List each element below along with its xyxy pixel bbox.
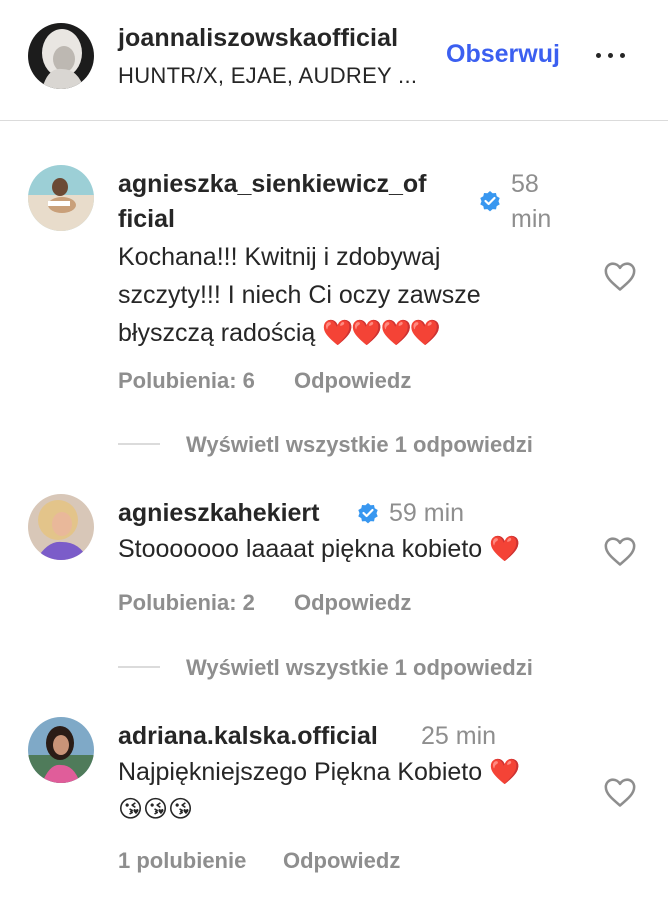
comment-likes[interactable]: Polubienia: 2 (118, 590, 255, 616)
comment-time: 58 (511, 170, 539, 198)
comment-emoji: ❤️ (489, 758, 520, 786)
post-audio-subtitle[interactable]: HUNTR/X, EJAE, AUDREY ... (118, 63, 417, 89)
post-author-avatar[interactable] (28, 23, 94, 89)
comment-emoji: ❤️ (489, 535, 520, 563)
comment-username-wrap[interactable]: ficial (118, 205, 175, 234)
commenter-avatar[interactable] (28, 717, 94, 783)
comment-username[interactable]: agnieszka_sienkiewicz_of (118, 170, 426, 199)
more-options-icon[interactable] (594, 42, 628, 68)
post-author-username[interactable]: joannaliszowskaofficial (118, 24, 398, 53)
verified-badge-icon (480, 191, 500, 212)
replies-divider (118, 666, 160, 668)
like-heart-icon[interactable] (603, 535, 637, 567)
comment-text-line: Kochana!!! Kwitnij i zdobywaj (118, 243, 441, 271)
like-heart-icon[interactable] (603, 260, 637, 292)
reply-button[interactable]: Odpowiedz (294, 590, 411, 616)
comment-likes[interactable]: 1 polubienie (118, 848, 246, 874)
commenter-avatar[interactable] (28, 165, 94, 231)
comment-text-line: błyszczą radością (118, 319, 316, 347)
comment-likes[interactable]: Polubienia: 6 (118, 368, 255, 394)
comment-username[interactable]: adriana.kalska.official (118, 722, 378, 751)
comment-emoji-line: 😘😘😘 (118, 796, 194, 823)
like-heart-icon[interactable] (603, 776, 637, 808)
reply-button[interactable]: Odpowiedz (294, 368, 411, 394)
comment-text-line: Najpiękniejszego Piękna Kobieto (118, 758, 483, 786)
comment-emoji: ❤️❤️❤️❤️ (322, 319, 441, 347)
view-replies-button[interactable]: Wyświetl wszystkie 1 odpowiedzi (186, 432, 533, 458)
comment-text-line: szczyty!!! I niech Ci oczy zawsze (118, 281, 481, 309)
comment-time: 59 min (389, 499, 465, 527)
reply-button[interactable]: Odpowiedz (283, 848, 400, 874)
comment-text: Kochana!!! Kwitnij i zdobywaj szczyty!!!… (118, 238, 481, 352)
comment-text: Najpiękniejszego Piękna Kobieto ❤️ 😘😘😘 (118, 753, 520, 829)
verified-badge-icon (358, 503, 378, 524)
comment-text: Stooooooo laaaat piękna kobieto ❤️ (118, 530, 520, 568)
comment-time-unit: min (511, 205, 552, 233)
commenter-avatar[interactable] (28, 494, 94, 560)
post-header: joannaliszowskaofficial HUNTR/X, EJAE, A… (0, 0, 668, 121)
replies-divider (118, 443, 160, 445)
comment-username[interactable]: agnieszkahekiert (118, 499, 320, 528)
comment-text-line: Stooooooo laaaat piękna kobieto (118, 535, 483, 563)
view-replies-button[interactable]: Wyświetl wszystkie 1 odpowiedzi (186, 655, 533, 681)
follow-button[interactable]: Obserwuj (446, 40, 560, 69)
comment-time: 25 min (421, 722, 497, 750)
